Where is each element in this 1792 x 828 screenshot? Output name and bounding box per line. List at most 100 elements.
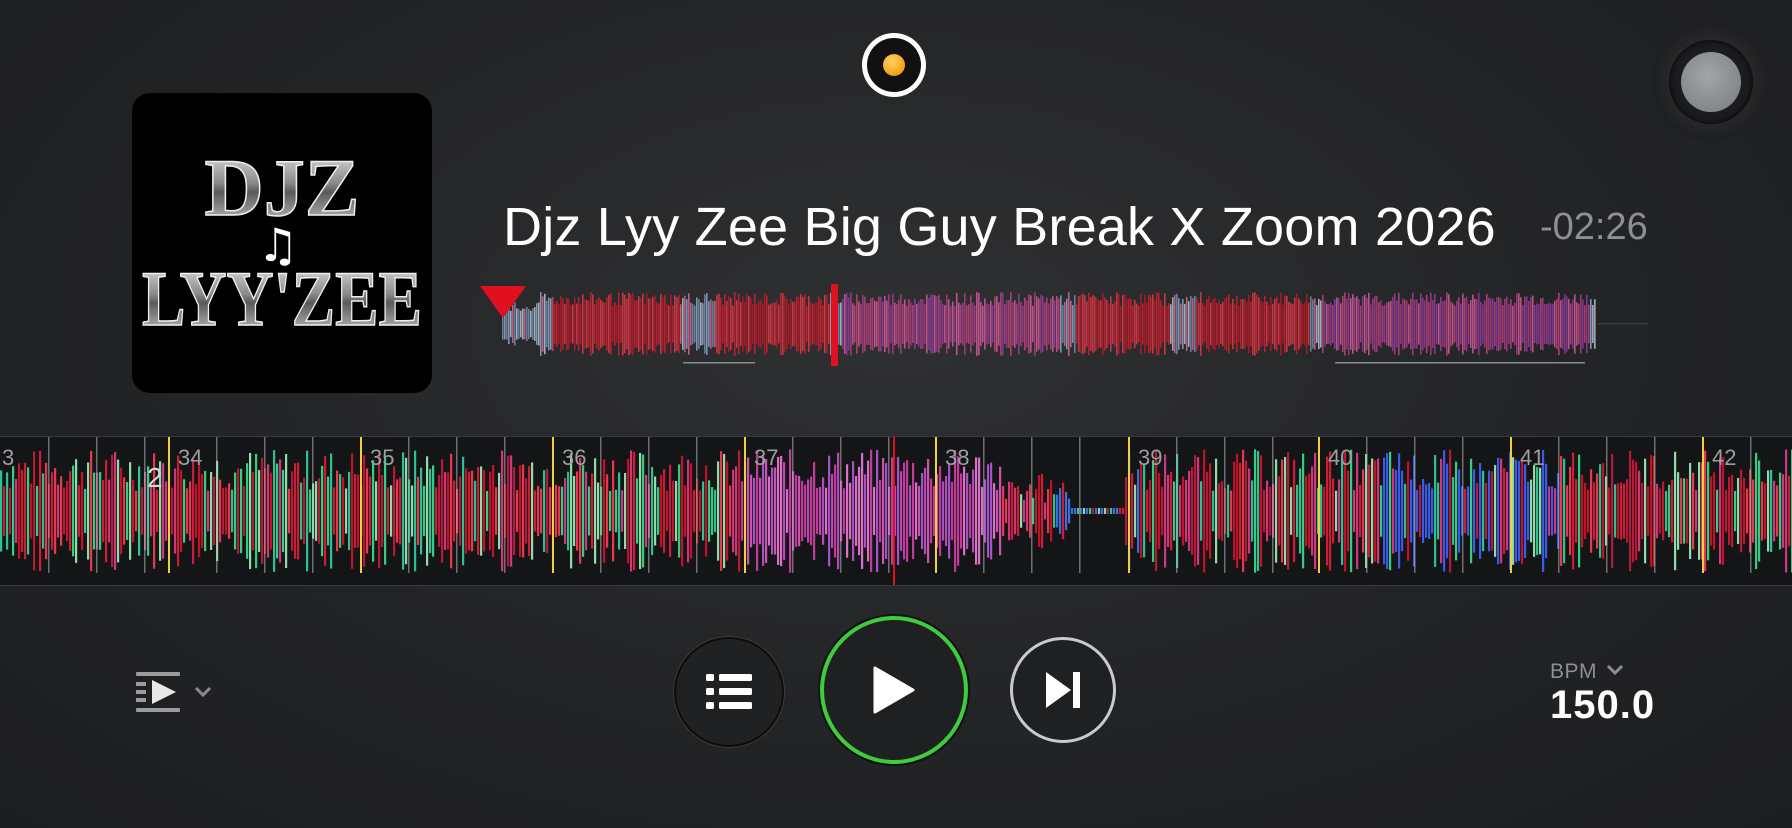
waveform-sample [549,487,552,535]
overview-sample [1448,294,1450,354]
waveform-sample [246,463,249,559]
waveform-sample [843,488,846,534]
overview-sample [1336,297,1338,351]
overview-sample [980,302,982,346]
waveform-sample [1245,460,1248,562]
waveform-sample [1254,449,1257,573]
waveform-sample [753,477,756,545]
overview-sample [1386,302,1388,346]
overview-sample [526,306,528,342]
record-button[interactable] [862,33,926,97]
waveform-sample [978,457,981,565]
waveform-sample [1704,450,1707,572]
overview-playhead[interactable] [831,284,838,366]
waveform-sample [1167,474,1170,548]
bar-line [552,437,554,573]
overview-sample [1288,301,1290,347]
overview-sample [1498,296,1500,352]
overview-sample [730,297,732,351]
overview-sample [1218,300,1220,348]
main-waveform[interactable]: 3 34 35 36 37 38 39 40 41 42 2 [0,436,1792,586]
waveform-sample [1725,490,1728,532]
waveform-sample [609,490,612,532]
overview-sample [1492,298,1494,350]
hot-cue-number[interactable]: 2 [147,462,163,493]
waveform-sample [795,475,798,547]
waveform-sample [210,472,213,550]
overview-waveform[interactable] [480,280,1660,380]
overview-sample [598,297,600,351]
overview-sample [1520,297,1522,351]
list-icon [706,674,752,709]
waveform-sample [378,453,381,569]
overview-sample [700,302,702,346]
waveform-sample [483,470,486,552]
waveform-sample [273,450,276,572]
overview-sample [784,295,786,353]
waveform-sample [396,479,399,543]
overview-sample [892,293,894,355]
playlist-button[interactable] [674,637,784,747]
waveform-sample [1290,487,1293,535]
overview-sample [524,308,526,340]
play-button[interactable] [820,616,968,764]
overview-sample [1500,298,1502,350]
overview-sample [794,301,796,347]
waveform-sample [369,476,372,546]
waveform-sample [1785,449,1788,573]
waveform-sample [1428,483,1431,539]
overview-sample [1456,300,1458,348]
overview-sample [936,296,938,352]
overview-sample [1118,294,1120,354]
waveform-sample [1077,508,1080,514]
waveform-sample [1293,459,1296,563]
waveform-sample [1086,508,1089,514]
overview-sample [1576,302,1578,346]
overview-sample [846,292,848,356]
waveform-sample [189,481,192,541]
next-track-button[interactable] [1010,637,1116,743]
jog-knob[interactable] [1652,23,1770,141]
waveform-sample [807,479,810,543]
overview-sample [822,304,824,344]
overview-sample [1542,297,1544,351]
overview-sample [1454,305,1456,343]
overview-sample [512,304,514,344]
overview-sample [528,308,530,340]
waveform-sample [540,488,543,534]
waveform-sample [972,469,975,553]
waveform-sample [1308,473,1311,549]
waveform-sample [183,479,186,543]
waveform-sample [411,485,414,537]
waveform-sample [477,467,480,555]
waveform-sample [1563,458,1566,564]
waveform-sample [912,462,915,560]
waveform-sample [45,462,48,560]
waveform-sample [486,490,489,532]
overview-sample [1296,293,1298,355]
overview-sample [1332,304,1334,344]
waveform-sample [54,468,57,554]
overview-sample [1274,298,1276,350]
bpm-label[interactable]: BPM [1550,660,1597,684]
waveform-sample [1581,474,1584,548]
overview-sample [622,292,624,356]
chevron-down-icon[interactable] [1605,660,1625,680]
waveform-sample [1005,498,1008,524]
bar-number-label: 41 [1520,445,1544,470]
overview-sample [1158,292,1160,356]
bar-number-label: 36 [562,445,586,470]
overview-sample [1124,294,1126,354]
waveform-sample [639,452,642,570]
waveform-sample [1356,452,1359,570]
waveform-sample [567,471,570,551]
waveform-sample [252,471,255,551]
overview-sample [906,305,908,343]
record-icon [867,38,921,92]
waveform-sample [948,463,951,559]
overview-sample [1430,292,1432,356]
play-mode-selector[interactable] [134,668,218,716]
overview-sample [920,299,922,349]
waveform-sample [1746,488,1749,534]
overview-sample [828,303,830,345]
